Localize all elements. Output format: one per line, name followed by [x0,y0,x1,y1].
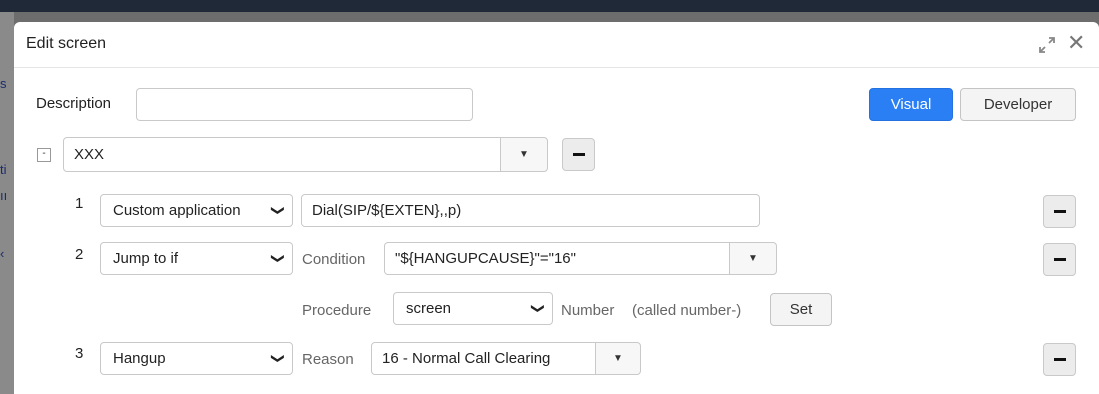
collapse-toggle[interactable]: - [37,148,51,162]
set-button[interactable]: Set [770,293,832,326]
caret-down-icon: ▼ [748,253,758,264]
step-number: 3 [75,345,84,362]
step-action-value: Hangup [113,350,166,367]
condition-label: Condition [302,251,366,268]
reason-label: Reason [302,351,354,368]
caret-down-icon: ▼ [519,149,529,160]
step-action-select[interactable]: Jump to if ❯ [100,242,293,275]
description-label: Description [36,95,112,112]
chevron-down-icon: ❯ [271,205,287,216]
number-label: Number [561,302,615,319]
background-fragment: ‹ [0,246,5,261]
procedure-label: Procedure [302,302,372,319]
edit-screen-dialog: Edit screen ✕ Description Visual Develop… [14,22,1099,394]
step-number: 2 [75,246,84,263]
dialog-title: Edit screen [26,35,107,52]
step-action-select[interactable]: Hangup ❯ [100,342,293,375]
minus-icon [1054,358,1066,361]
visual-mode-button[interactable]: Visual [869,88,953,121]
dialog-titlebar: Edit screen ✕ [14,22,1099,68]
condition-dropdown-button[interactable]: ▼ [729,242,777,275]
chevron-down-icon: ❯ [271,253,287,264]
step-action-value: Jump to if [113,250,179,267]
minus-icon [573,153,585,156]
step-number: 1 [75,195,84,212]
background-fragment: ti [0,162,7,177]
number-hint: (called number-) [632,302,742,319]
remove-step-button[interactable] [1043,195,1076,228]
developer-mode-button[interactable]: Developer [960,88,1076,121]
reason-input[interactable]: 16 - Normal Call Clearing [371,342,596,375]
screen-combobox-input[interactable]: XXX [63,137,501,172]
background-fragment: ıı [0,188,8,203]
background-page: s ti ıı ‹ [0,12,14,394]
chevron-down-icon: ❯ [271,353,287,364]
reason-dropdown-button[interactable]: ▼ [595,342,641,375]
step-action-value: Custom application [113,202,241,219]
caret-down-icon: ▼ [613,353,623,364]
remove-step-button[interactable] [1043,243,1076,276]
step-action-select[interactable]: Custom application ❯ [100,194,293,227]
minus-icon [1054,258,1066,261]
page-topbar [0,0,1099,12]
step-argument-input[interactable]: Dial(SIP/${EXTEN},,p) [301,194,760,227]
remove-step-button[interactable] [1043,343,1076,376]
expand-icon[interactable] [1038,36,1056,54]
screen-dropdown-button[interactable]: ▼ [500,137,548,172]
chevron-down-icon: ❯ [531,303,547,314]
procedure-value: screen [406,300,452,317]
minus-icon [1054,210,1066,213]
remove-screen-button[interactable] [562,138,595,171]
procedure-select[interactable]: screen ❯ [393,292,553,325]
background-fragment: s [0,76,7,91]
condition-input[interactable]: "${HANGUPCAUSE}"="16" [384,242,730,275]
close-icon[interactable]: ✕ [1067,32,1085,54]
description-input[interactable] [136,88,473,121]
